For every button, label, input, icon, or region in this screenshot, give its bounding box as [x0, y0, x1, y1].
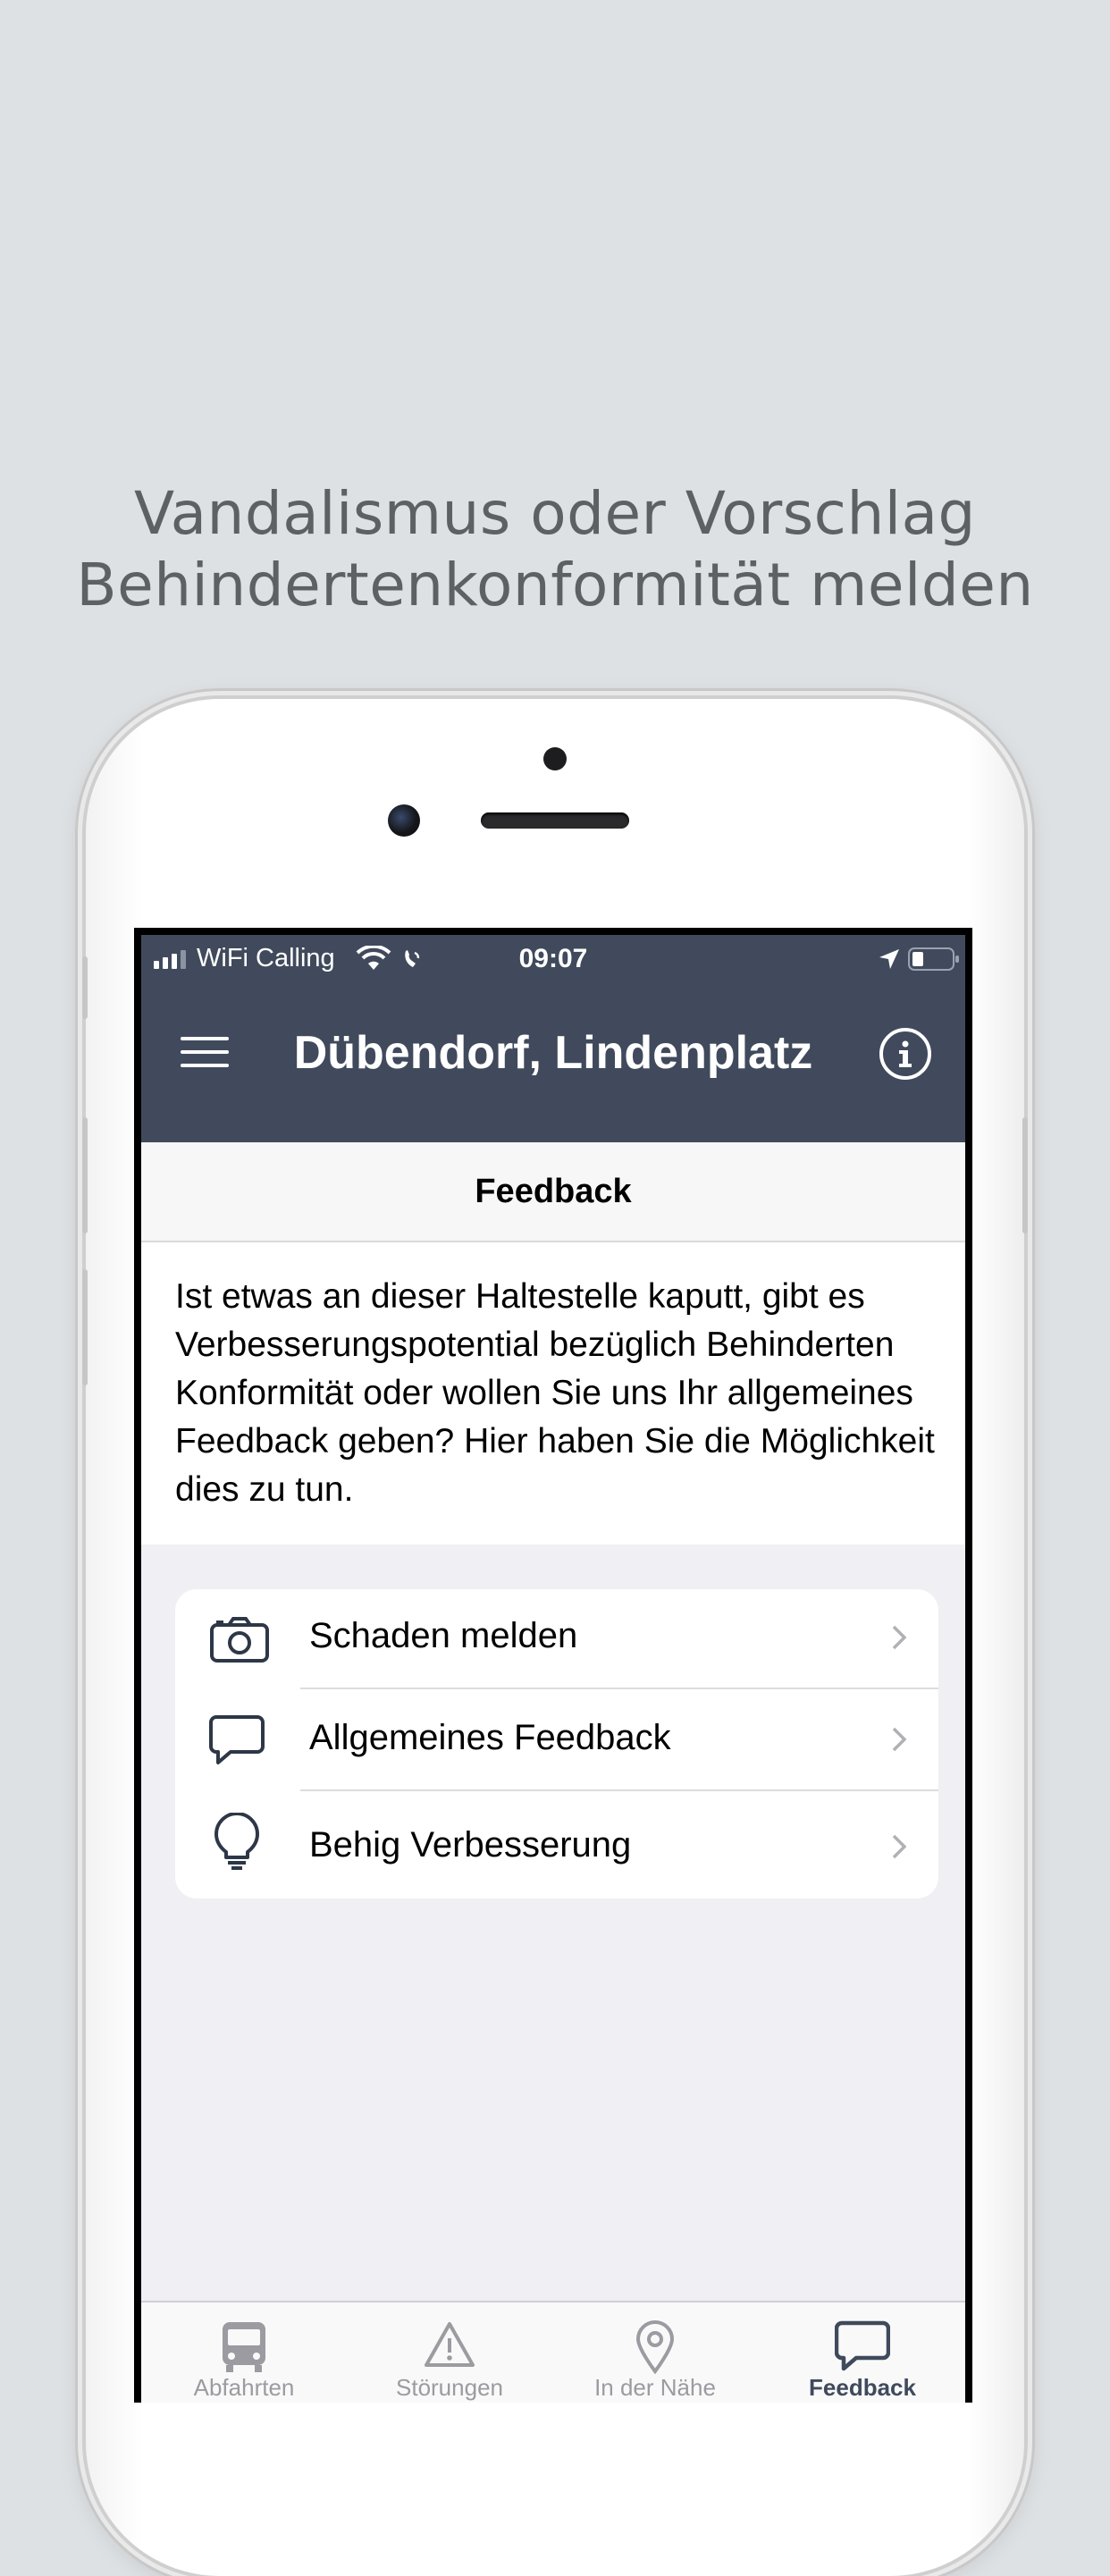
tab-label: Feedback — [809, 2374, 916, 2401]
tab-label: In der Nähe — [594, 2374, 716, 2401]
info-icon[interactable] — [879, 1028, 931, 1080]
app-view: WiFi Calling 09:07 Dübendorf, Lindenplat… — [141, 935, 965, 2403]
mute-switch — [82, 956, 88, 1019]
caption-line-2: Behindertenkonformität melden — [76, 551, 1034, 619]
menu-item-label: Allgemeines Feedback — [309, 1718, 671, 1757]
front-camera — [388, 804, 420, 837]
lightbulb-icon — [214, 1813, 259, 1870]
tab-feedback[interactable]: Feedback — [760, 2302, 965, 2403]
section-title: Feedback — [141, 1142, 965, 1242]
caption-line-1: Vandalismus oder Vorschlag — [134, 479, 976, 548]
warning-icon — [425, 2322, 475, 2367]
tab-label: Abfahrten — [193, 2374, 295, 2401]
menu-item-schaden-melden[interactable]: Schaden melden — [175, 1589, 938, 1688]
intro-text: Ist etwas an dieser Haltestelle kaputt, … — [175, 1277, 935, 1509]
status-time: 09:07 — [518, 944, 588, 973]
earpiece-speaker — [481, 812, 629, 829]
location-arrow-icon — [879, 949, 899, 969]
navigation-bar: Dübendorf, Lindenplatz — [141, 981, 965, 1142]
power-button — [1022, 1117, 1028, 1233]
station-title: Dübendorf, Lindenplatz — [293, 1027, 813, 1079]
intro-panel: Ist etwas an dieser Haltestelle kaputt, … — [141, 1242, 965, 1545]
tab-stoerungen[interactable]: Störungen — [347, 2302, 552, 2403]
volume-up-button — [82, 1117, 88, 1233]
feedback-menu: Schaden melden Allgemeines Feedback Behi… — [175, 1589, 938, 1898]
menu-item-behig-verbesserung[interactable]: Behig Verbesserung — [175, 1791, 938, 1898]
battery-icon — [908, 947, 959, 971]
tab-label: Störungen — [396, 2374, 503, 2401]
chevron-right-icon — [892, 1625, 906, 1650]
status-bar: WiFi Calling 09:07 — [141, 935, 965, 981]
phone-screen: WiFi Calling 09:07 Dübendorf, Lindenplat… — [134, 928, 972, 2403]
speech-bubble-icon — [209, 1715, 265, 1764]
proximity-sensor — [543, 747, 567, 770]
speech-bubble-icon — [835, 2320, 890, 2371]
screenshot-caption: Vandalismus oder Vorschlag Behindertenko… — [0, 478, 1110, 621]
bus-icon — [223, 2322, 265, 2372]
tab-bar: Abfahrten Störungen In der Nähe Feedback — [141, 2301, 965, 2403]
menu-item-allgemeines-feedback[interactable]: Allgemeines Feedback — [175, 1689, 938, 1789]
chevron-right-icon — [892, 1834, 906, 1859]
chevron-right-icon — [892, 1727, 906, 1752]
camera-icon — [210, 1617, 269, 1663]
tab-in-der-naehe[interactable]: In der Nähe — [552, 2302, 758, 2403]
menu-item-label: Schaden melden — [309, 1616, 578, 1655]
location-pin-icon — [635, 2320, 675, 2374]
volume-down-button — [82, 1269, 88, 1385]
menu-item-label: Behig Verbesserung — [309, 1825, 632, 1865]
tab-abfahrten[interactable]: Abfahrten — [141, 2302, 347, 2403]
